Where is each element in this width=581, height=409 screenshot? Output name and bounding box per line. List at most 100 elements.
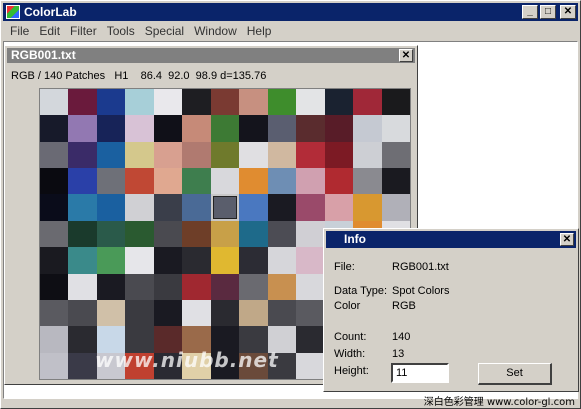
color-patch[interactable] xyxy=(296,194,325,221)
color-patch[interactable] xyxy=(153,220,183,248)
color-patch[interactable] xyxy=(210,299,240,327)
color-patch[interactable] xyxy=(125,89,154,116)
color-patch[interactable] xyxy=(96,89,126,116)
color-patch[interactable] xyxy=(40,352,69,379)
color-patch[interactable] xyxy=(324,141,354,169)
color-patch[interactable] xyxy=(324,194,354,221)
color-patch[interactable] xyxy=(239,168,268,195)
color-patch[interactable] xyxy=(40,115,69,142)
color-patch[interactable] xyxy=(353,194,382,221)
color-patch[interactable] xyxy=(239,273,268,300)
color-patch[interactable] xyxy=(68,168,97,195)
color-patch[interactable] xyxy=(324,168,354,195)
color-patch[interactable] xyxy=(210,89,240,116)
color-patch[interactable] xyxy=(182,194,211,221)
color-patch[interactable] xyxy=(210,168,240,195)
color-patch[interactable] xyxy=(267,89,297,116)
color-patch[interactable] xyxy=(125,141,154,169)
color-patch[interactable] xyxy=(68,352,97,379)
color-patch[interactable] xyxy=(96,194,126,221)
color-patch[interactable] xyxy=(40,247,69,274)
color-patch[interactable] xyxy=(239,220,268,248)
color-patch[interactable] xyxy=(353,89,382,116)
color-patch[interactable] xyxy=(125,168,154,195)
color-patch[interactable] xyxy=(296,299,325,327)
menu-file[interactable]: File xyxy=(5,24,34,38)
color-patch[interactable] xyxy=(182,273,211,300)
app-titlebar[interactable]: ColorLab _ □ ✕ xyxy=(3,3,578,21)
color-patch[interactable] xyxy=(381,141,410,169)
color-patch[interactable] xyxy=(353,168,382,195)
color-patch[interactable] xyxy=(296,247,325,274)
color-patch[interactable] xyxy=(153,299,183,327)
color-patch[interactable] xyxy=(182,115,211,142)
height-input[interactable] xyxy=(391,363,449,383)
color-patch[interactable] xyxy=(353,115,382,142)
color-patch[interactable] xyxy=(96,115,126,142)
color-patch[interactable] xyxy=(296,168,325,195)
color-patch[interactable] xyxy=(239,247,268,274)
color-patch[interactable] xyxy=(68,194,97,221)
color-patch[interactable] xyxy=(296,141,325,169)
color-patch[interactable] xyxy=(296,89,325,116)
color-patch[interactable] xyxy=(182,89,211,116)
color-patch[interactable] xyxy=(182,168,211,195)
color-patch[interactable] xyxy=(125,299,154,327)
color-patch[interactable] xyxy=(153,168,183,195)
info-close-button[interactable]: ✕ xyxy=(560,233,574,246)
color-patch[interactable] xyxy=(68,220,97,248)
menu-window[interactable]: Window xyxy=(189,24,242,38)
color-patch[interactable] xyxy=(40,273,69,300)
color-patch[interactable] xyxy=(353,141,382,169)
color-patch[interactable] xyxy=(267,299,297,327)
color-patch[interactable] xyxy=(324,89,354,116)
close-button[interactable]: ✕ xyxy=(560,5,576,19)
color-patch[interactable] xyxy=(239,141,268,169)
color-patch[interactable] xyxy=(296,326,325,353)
color-patch[interactable] xyxy=(68,273,97,300)
color-patch[interactable] xyxy=(381,168,410,195)
color-patch[interactable] xyxy=(296,220,325,248)
color-patch[interactable] xyxy=(96,220,126,248)
color-patch[interactable] xyxy=(153,115,183,142)
document-close-button[interactable]: ✕ xyxy=(399,49,413,62)
set-button[interactable]: Set xyxy=(478,363,552,385)
menu-filter[interactable]: Filter xyxy=(65,24,102,38)
color-patch[interactable] xyxy=(68,141,97,169)
color-patch[interactable] xyxy=(239,194,268,221)
color-patch[interactable] xyxy=(210,220,240,248)
color-patch[interactable] xyxy=(40,194,69,221)
color-patch[interactable] xyxy=(125,247,154,274)
color-patch[interactable] xyxy=(40,89,69,116)
color-patch[interactable] xyxy=(267,115,297,142)
color-patch[interactable] xyxy=(267,168,297,195)
color-patch[interactable] xyxy=(210,273,240,300)
color-patch[interactable] xyxy=(153,89,183,116)
color-patch[interactable] xyxy=(296,273,325,300)
color-patch[interactable] xyxy=(96,168,126,195)
color-patch[interactable] xyxy=(210,141,240,169)
color-patch[interactable] xyxy=(125,194,154,221)
color-patch[interactable] xyxy=(96,141,126,169)
color-patch[interactable] xyxy=(68,326,97,353)
color-patch[interactable] xyxy=(40,220,69,248)
color-patch[interactable] xyxy=(96,273,126,300)
color-patch[interactable] xyxy=(210,115,240,142)
color-patch[interactable] xyxy=(296,352,325,379)
color-patch[interactable] xyxy=(239,299,268,327)
document-titlebar[interactable]: RGB001.txt ✕ xyxy=(7,48,415,63)
color-patch[interactable] xyxy=(267,194,297,221)
menu-edit[interactable]: Edit xyxy=(34,24,65,38)
color-patch[interactable] xyxy=(125,220,154,248)
color-patch[interactable] xyxy=(267,247,297,274)
color-patch[interactable] xyxy=(153,194,183,221)
color-patch[interactable] xyxy=(96,299,126,327)
color-patch[interactable] xyxy=(125,115,154,142)
minimize-button[interactable]: _ xyxy=(522,5,538,19)
color-patch[interactable] xyxy=(239,89,268,116)
color-patch[interactable] xyxy=(182,141,211,169)
color-patch[interactable] xyxy=(125,273,154,300)
maximize-button[interactable]: □ xyxy=(540,5,556,19)
color-patch[interactable] xyxy=(40,326,69,353)
color-patch[interactable] xyxy=(153,141,183,169)
